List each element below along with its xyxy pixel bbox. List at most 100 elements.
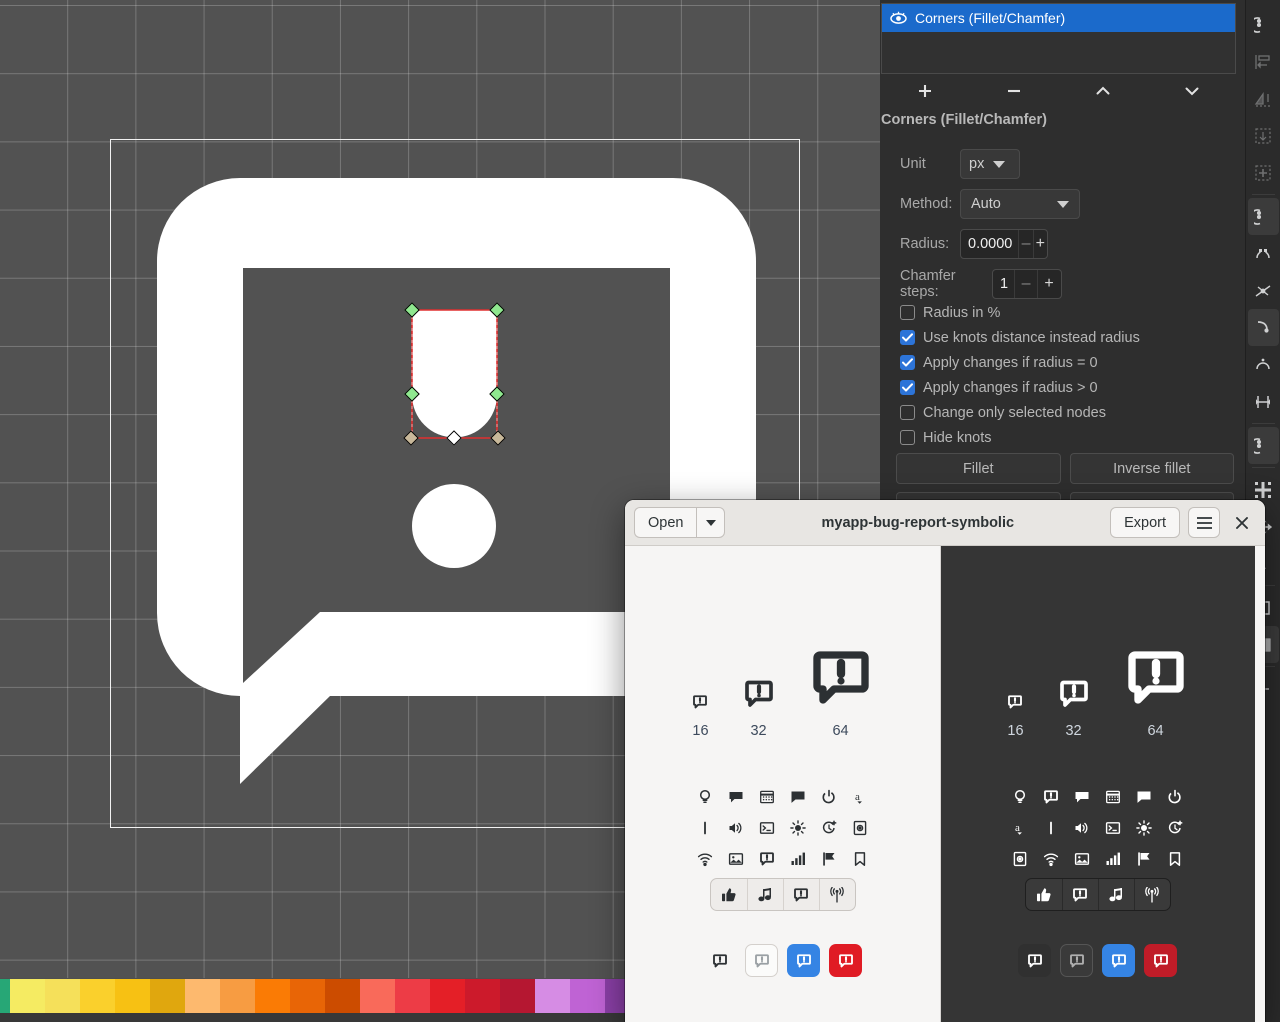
effect-parameters[interactable]: Unit px Method: Auto Radius: 0.0000 – bbox=[880, 144, 1245, 304]
export-button[interactable]: Export bbox=[1110, 507, 1180, 538]
chip-bug-report-icon[interactable] bbox=[1018, 944, 1051, 977]
checkbox-row[interactable]: Change only selected nodes bbox=[880, 400, 1245, 425]
chamfer-steps-row[interactable]: Chamfer steps: 1 – + bbox=[880, 264, 1245, 304]
chamfer-steps-spinbutton[interactable]: 1 – + bbox=[992, 269, 1062, 299]
palette-swatch[interactable] bbox=[535, 979, 570, 1013]
palette-swatch[interactable] bbox=[220, 979, 255, 1013]
window-headerbar[interactable]: Open myapp-bug-report-symbolic Export bbox=[625, 500, 1265, 546]
chip-bug-report-icon[interactable] bbox=[703, 944, 736, 977]
checkbox-unchecked[interactable] bbox=[900, 405, 915, 420]
palette-swatch[interactable] bbox=[115, 979, 150, 1013]
radius-decrement-button[interactable]: – bbox=[1018, 230, 1032, 258]
segmented-button-bar[interactable] bbox=[625, 878, 940, 911]
palette-swatch[interactable] bbox=[465, 979, 500, 1013]
palette-swatch[interactable] bbox=[500, 979, 535, 1013]
add-effect-button[interactable] bbox=[881, 76, 970, 106]
palette-swatch[interactable] bbox=[185, 979, 220, 1013]
make-node-symmetric-icon[interactable] bbox=[1248, 346, 1279, 383]
inverse-fillet-button[interactable]: Inverse fillet bbox=[1070, 453, 1235, 484]
method-row[interactable]: Method: Auto bbox=[880, 184, 1245, 224]
palette-swatch[interactable] bbox=[290, 979, 325, 1013]
radius-increment-button[interactable]: + bbox=[1033, 230, 1047, 258]
chip-bug-report-icon[interactable] bbox=[1102, 944, 1135, 977]
chip-row[interactable] bbox=[625, 944, 940, 977]
image-icon bbox=[1074, 851, 1090, 867]
segmented-button-bar[interactable] bbox=[940, 878, 1255, 911]
music-note-icon[interactable] bbox=[747, 879, 783, 910]
open-button[interactable]: Open bbox=[634, 507, 696, 538]
broadcast-icon[interactable] bbox=[819, 879, 855, 910]
checkbox-row[interactable]: Apply changes if radius = 0 bbox=[880, 350, 1245, 375]
remove-effect-button[interactable] bbox=[970, 76, 1059, 106]
bug-report-icon[interactable] bbox=[783, 879, 819, 910]
broadcast-icon[interactable] bbox=[1134, 879, 1170, 910]
palette-swatch[interactable] bbox=[570, 979, 605, 1013]
chip-bug-report-icon[interactable] bbox=[1144, 944, 1177, 977]
chip-row[interactable] bbox=[940, 944, 1255, 977]
checkbox-unchecked[interactable] bbox=[900, 305, 915, 320]
exclamation-bar[interactable] bbox=[412, 310, 497, 438]
checkbox-row[interactable]: Use knots distance instead radius bbox=[880, 325, 1245, 350]
effect-list-toolbar[interactable] bbox=[881, 76, 1236, 106]
checkbox-checked[interactable] bbox=[900, 330, 915, 345]
insert-node-icon[interactable] bbox=[1248, 154, 1279, 191]
palette-swatch[interactable] bbox=[80, 979, 115, 1013]
visibility-eye-icon[interactable] bbox=[890, 11, 907, 25]
palette-swatch[interactable] bbox=[255, 979, 290, 1013]
distribute-nodes-icon[interactable] bbox=[1248, 80, 1279, 117]
palette-swatch[interactable] bbox=[430, 979, 465, 1013]
break-path-icon[interactable] bbox=[1248, 235, 1279, 272]
checkbox-unchecked[interactable] bbox=[900, 430, 915, 445]
checkbox-checked[interactable] bbox=[900, 355, 915, 370]
bug-report-icon[interactable] bbox=[1062, 879, 1098, 910]
icon-preview-window[interactable]: Open myapp-bug-report-symbolic Export 16… bbox=[625, 500, 1265, 1022]
effect-list[interactable]: Corners (Fillet/Chamfer) bbox=[881, 3, 1236, 74]
make-segment-line-icon[interactable] bbox=[1248, 383, 1279, 420]
checkbox-row[interactable]: Apply changes if radius > 0 bbox=[880, 375, 1245, 400]
checkbox-row[interactable]: Radius in % bbox=[880, 300, 1245, 325]
move-effect-down-button[interactable] bbox=[1147, 76, 1236, 106]
move-effect-up-button[interactable] bbox=[1059, 76, 1148, 106]
make-node-smooth-icon[interactable] bbox=[1248, 309, 1279, 346]
move-node-group-icon[interactable] bbox=[1248, 117, 1279, 154]
radius-spinbutton[interactable]: 0.0000 – + bbox=[960, 229, 1048, 259]
hamburger-menu-icon[interactable] bbox=[1188, 507, 1220, 538]
thumbs-up-icon[interactable] bbox=[711, 879, 747, 910]
palette-swatch[interactable] bbox=[325, 979, 360, 1013]
wifi-icon bbox=[1043, 851, 1059, 867]
unit-dropdown[interactable]: px bbox=[960, 149, 1020, 179]
color-palette[interactable] bbox=[0, 979, 640, 1013]
chip-bug-report-icon[interactable] bbox=[829, 944, 862, 977]
chip-bug-report-icon[interactable] bbox=[1060, 944, 1093, 977]
join-nodes-icon[interactable] bbox=[1248, 272, 1279, 309]
method-dropdown[interactable]: Auto bbox=[960, 189, 1080, 219]
lpe-corners-icon[interactable] bbox=[1248, 198, 1279, 235]
palette-swatch[interactable] bbox=[45, 979, 80, 1013]
chamfer-steps-increment-button[interactable]: + bbox=[1037, 270, 1060, 298]
close-icon[interactable] bbox=[1228, 509, 1256, 537]
thumbs-up-icon[interactable] bbox=[1026, 879, 1062, 910]
music-note-icon[interactable] bbox=[1098, 879, 1134, 910]
effect-list-item[interactable]: Corners (Fillet/Chamfer) bbox=[882, 4, 1235, 32]
palette-swatch[interactable] bbox=[395, 979, 430, 1013]
palette-swatch[interactable] bbox=[360, 979, 395, 1013]
checkbox-checked[interactable] bbox=[900, 380, 915, 395]
unit-row[interactable]: Unit px bbox=[880, 144, 1245, 184]
palette-swatch[interactable] bbox=[150, 979, 185, 1013]
radius-row[interactable]: Radius: 0.0000 – + bbox=[880, 224, 1245, 264]
align-left-edges-icon[interactable] bbox=[1248, 43, 1279, 80]
object-to-path-icon[interactable] bbox=[1248, 427, 1279, 464]
effect-checkbox-group[interactable]: Radius in %Use knots distance instead ra… bbox=[880, 300, 1245, 450]
palette-swatch[interactable] bbox=[0, 979, 10, 1013]
chamfer-steps-decrement-button[interactable]: – bbox=[1014, 270, 1037, 298]
fillet-button[interactable]: Fillet bbox=[896, 453, 1061, 484]
chamfer-steps-value[interactable]: 1 bbox=[993, 276, 1014, 292]
checkbox-row[interactable]: Hide knots bbox=[880, 425, 1245, 450]
open-split-button[interactable]: Open bbox=[634, 507, 725, 538]
chip-bug-report-icon[interactable] bbox=[787, 944, 820, 977]
node-tool-icon[interactable] bbox=[1248, 6, 1279, 43]
open-dropdown-button[interactable] bbox=[696, 507, 725, 538]
chip-bug-report-icon[interactable] bbox=[745, 944, 778, 977]
radius-value[interactable]: 0.0000 bbox=[961, 236, 1018, 252]
palette-swatch[interactable] bbox=[10, 979, 45, 1013]
